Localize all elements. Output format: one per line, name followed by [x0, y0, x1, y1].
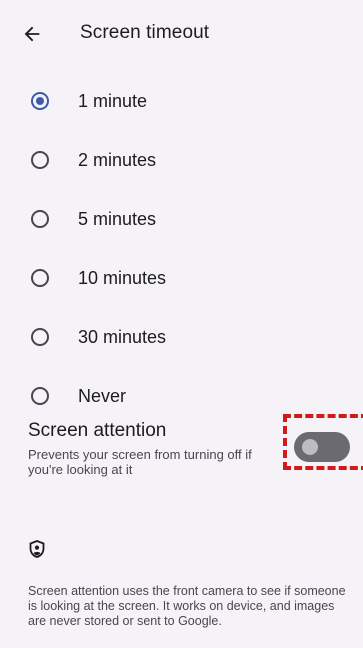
option-label: 30 minutes [78, 326, 167, 347]
option-label: Never [78, 385, 127, 406]
option-5-minutes[interactable]: 5 minutes [0, 190, 363, 248]
screen-attention-description: Screen attention uses the front camera t… [28, 584, 346, 628]
screen-attention-title: Screen attention [28, 420, 167, 441]
radio-button-checked[interactable] [31, 92, 49, 110]
option-label: 1 minute [78, 90, 148, 111]
highlight-annotation [283, 414, 363, 470]
option-2-minutes[interactable]: 2 minutes [0, 131, 363, 189]
option-label: 2 minutes [78, 149, 157, 170]
page-title: Screen timeout [80, 22, 210, 43]
arrow-left-icon [24, 26, 40, 42]
shield-person-icon [29, 540, 45, 558]
back-button[interactable] [18, 20, 46, 48]
option-30-minutes[interactable]: 30 minutes [0, 308, 363, 366]
option-1-minute[interactable]: 1 minute [0, 72, 363, 130]
radio-button[interactable] [31, 387, 49, 405]
radio-button[interactable] [31, 328, 49, 346]
app-bar: Screen timeout [0, 0, 363, 70]
radio-button[interactable] [31, 151, 49, 169]
radio-button[interactable] [31, 269, 49, 287]
option-label: 10 minutes [78, 267, 167, 288]
screen-attention-summary: Prevents your screen from turning off if… [28, 447, 252, 477]
option-10-minutes[interactable]: 10 minutes [0, 249, 363, 307]
option-label: 5 minutes [78, 208, 157, 229]
radio-button[interactable] [31, 210, 49, 228]
